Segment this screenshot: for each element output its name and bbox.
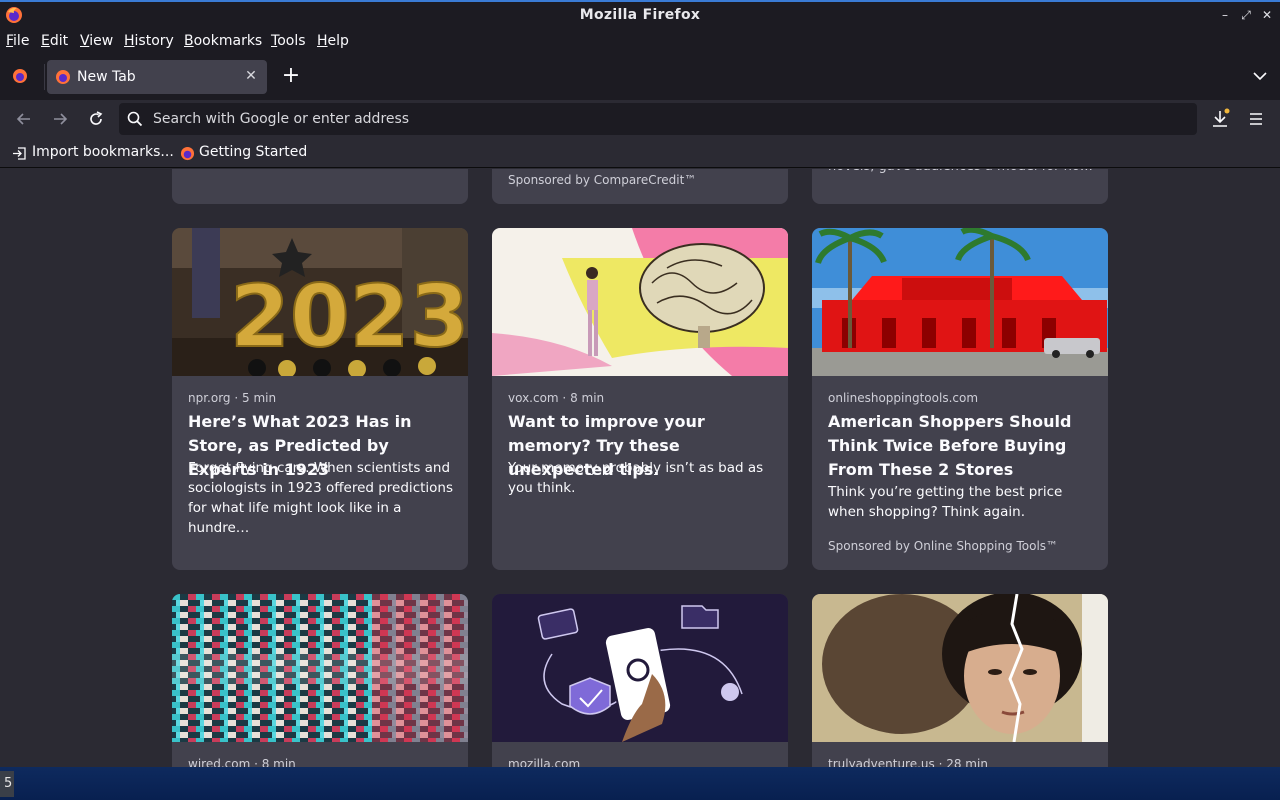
sponsored-label: Sponsored by CompareCredit™ (508, 173, 697, 187)
menu-help[interactable]: Help (317, 33, 349, 49)
story-image (812, 594, 1108, 742)
story-source: wired.com · 8 min (188, 757, 296, 767)
title-bar: Mozilla Firefox – ⤢ ✕ (0, 0, 1280, 30)
downloads-icon[interactable] (1209, 108, 1231, 130)
forward-arrow-icon[interactable] (49, 108, 71, 130)
os-taskbar: 5 (0, 767, 1280, 800)
story-source: onlineshoppingtools.com (828, 391, 979, 405)
window-title: Mozilla Firefox (579, 7, 701, 23)
menu-bookmarks[interactable]: Bookmarks (184, 33, 262, 49)
firefox-favicon-icon (56, 70, 70, 84)
sponsored-label: Sponsored by Online Shopping Tools™ (828, 539, 1059, 553)
story-excerpt: Think you’re getting the best price when… (828, 484, 1063, 520)
new-tab-button[interactable]: + (280, 64, 302, 88)
tab-close-icon[interactable]: ✕ (243, 68, 259, 84)
story-source: vox.com · 8 min (508, 391, 605, 405)
story-source: mozilla.com (508, 757, 581, 767)
tab-bar: New Tab ✕ + (0, 54, 1280, 100)
story-card[interactable]: wired.com · 8 min (172, 594, 468, 767)
story-card-sponsored[interactable]: onlineshoppingtools.com American Shopper… (812, 228, 1108, 570)
story-excerpt: Forget flying cars. When scientists and … (188, 460, 454, 536)
story-image (492, 228, 788, 376)
url-bar[interactable] (119, 103, 1197, 135)
menu-edit[interactable]: Edit (41, 33, 68, 49)
story-card-partial[interactable]: Sponsored by CompareCredit™ (492, 169, 788, 204)
firefox-favicon-icon (180, 146, 195, 161)
story-image (172, 594, 468, 742)
menu-history[interactable]: History (124, 33, 174, 49)
menu-bar: File Edit View History Bookmarks Tools H… (0, 30, 1280, 54)
story-source: trulyadventure.us · 28 min (828, 757, 988, 767)
story-card-partial[interactable]: novels, gave audiences a model for ho… (812, 169, 1108, 204)
bookmarks-toolbar: Import bookmarks... Getting Started (0, 138, 1280, 168)
story-card[interactable]: 2023 npr.org · 5 min Here’s What 2023 Ha… (172, 228, 468, 570)
story-excerpt: Your memory probably isn’t as bad as you… (508, 460, 764, 496)
getting-started-bookmark[interactable]: Getting Started (199, 144, 307, 160)
taskbar-item[interactable]: 5 (0, 771, 14, 797)
address-input[interactable] (153, 103, 1183, 135)
list-all-tabs-chevron-icon[interactable] (1252, 70, 1268, 82)
story-title: American Shoppers Should Think Twice Bef… (828, 412, 1072, 479)
reload-icon[interactable] (85, 108, 107, 130)
story-source: npr.org · 5 min (188, 391, 277, 405)
maximize-icon[interactable]: ⤢ (1239, 8, 1253, 22)
story-image (812, 228, 1108, 376)
story-card-partial[interactable] (172, 169, 468, 204)
story-card[interactable]: mozilla.com (492, 594, 788, 767)
search-icon (127, 111, 143, 127)
new-tab-page: Sponsored by CompareCredit™ novels, gave… (0, 169, 1280, 767)
story-card[interactable]: vox.com · 8 min Want to improve your mem… (492, 228, 788, 570)
tab-new-tab[interactable]: New Tab ✕ (47, 60, 267, 94)
minimize-icon[interactable]: – (1218, 8, 1232, 22)
tab-separator (44, 64, 45, 90)
app-menu-hamburger-icon[interactable] (1245, 108, 1267, 130)
import-icon (13, 147, 26, 160)
close-window-icon[interactable]: ✕ (1260, 8, 1274, 22)
menu-tools[interactable]: Tools (271, 33, 306, 49)
menu-file[interactable]: File (6, 33, 29, 49)
firefox-view-icon[interactable] (12, 68, 28, 84)
svg-text:2023: 2023 (230, 267, 468, 367)
story-excerpt: novels, gave audiences a model for ho… (828, 169, 1096, 177)
import-bookmarks-link[interactable]: Import bookmarks... (32, 144, 174, 160)
story-card[interactable]: trulyadventure.us · 28 min (812, 594, 1108, 767)
story-image (492, 594, 788, 742)
story-image: 2023 (172, 228, 468, 376)
back-arrow-icon[interactable] (13, 108, 35, 130)
tab-label: New Tab (77, 69, 136, 85)
menu-view[interactable]: View (80, 33, 113, 49)
navigation-toolbar (0, 100, 1280, 138)
